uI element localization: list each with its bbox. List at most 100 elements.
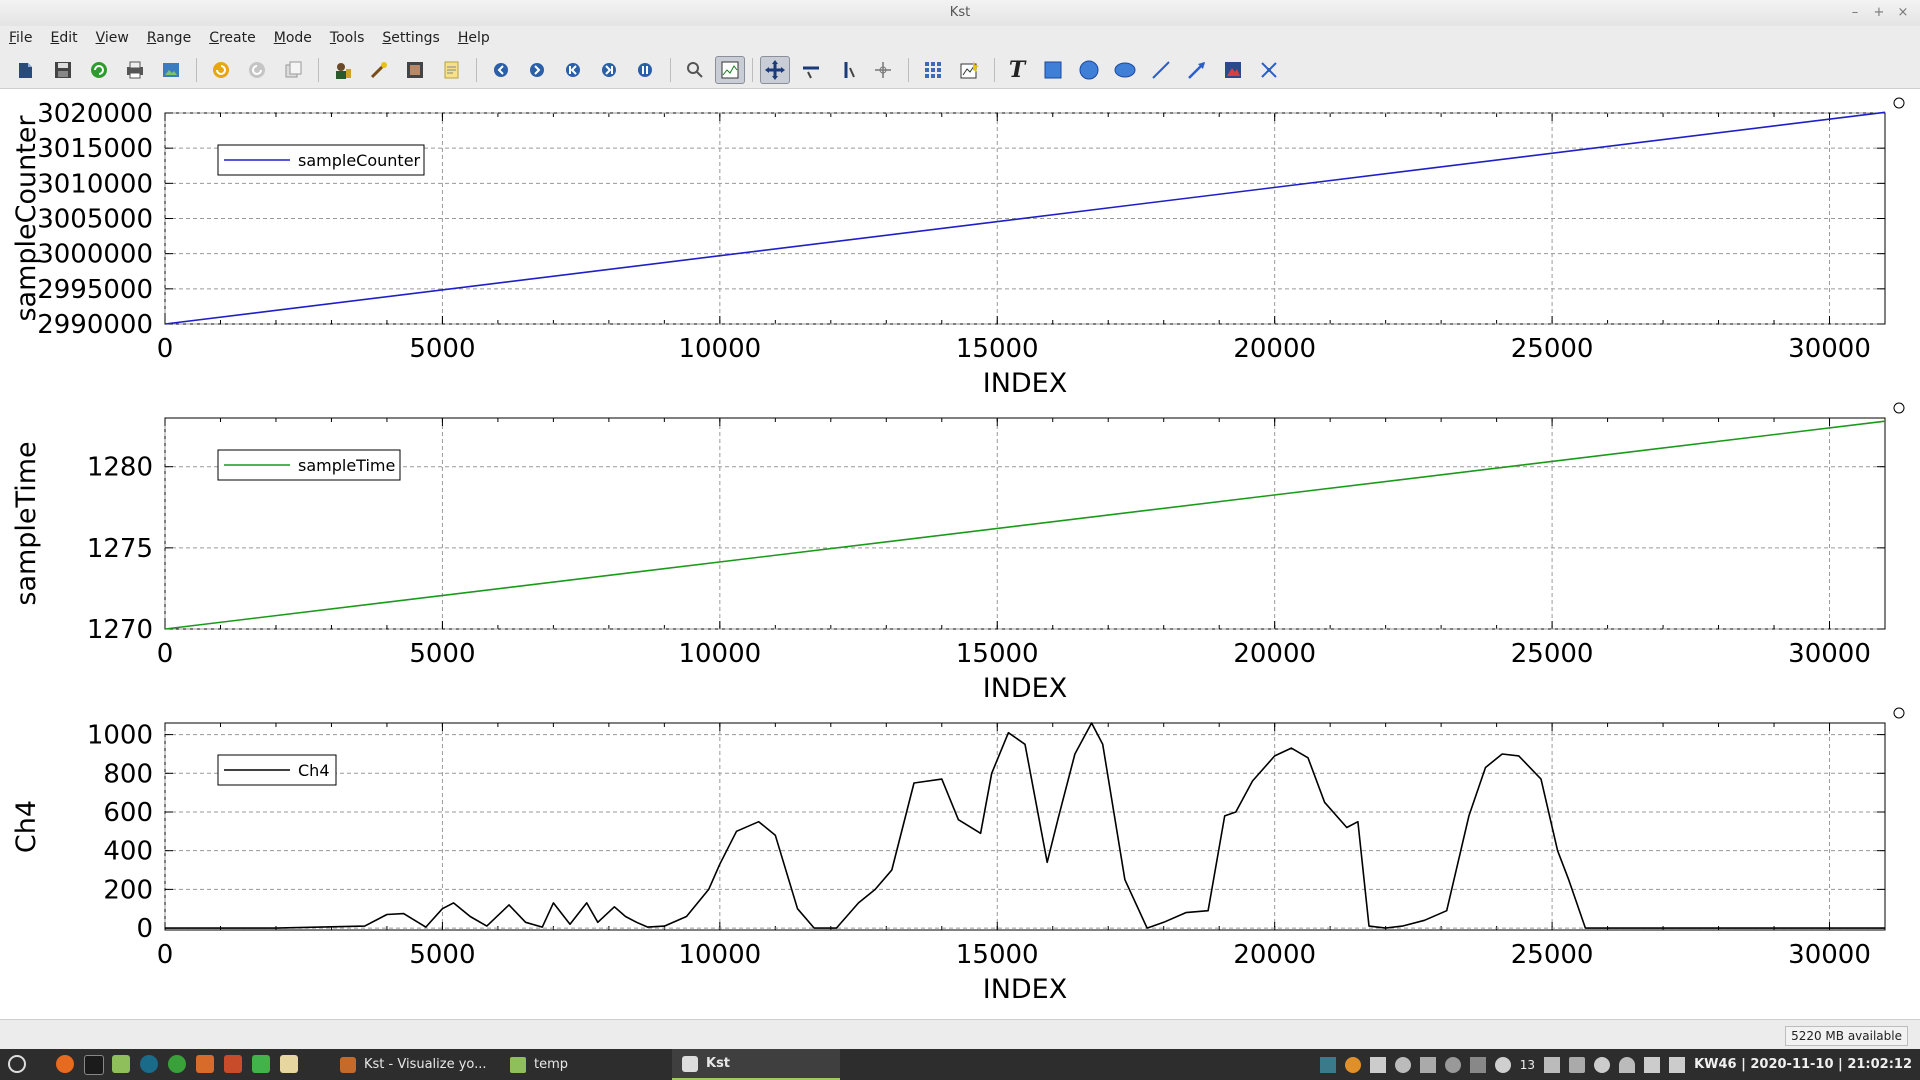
menu-tools[interactable]: Tools [321,30,374,46]
menu-range[interactable]: Range [138,30,200,46]
update-icon[interactable] [1344,1056,1361,1073]
video-icon[interactable] [402,57,428,83]
plot-handle-icon[interactable] [1893,402,1905,414]
plots-canvas[interactable]: 0 5000 10000 15000 20000 25000 300002990000299… [0,89,1920,1019]
back-icon[interactable] [488,57,514,83]
plot-handle-icon[interactable] [1893,707,1905,719]
layout-mode-icon[interactable] [715,56,745,84]
menu-create[interactable]: Create [200,30,265,46]
shared-axis-icon[interactable] [1256,57,1282,83]
open-icon[interactable] [14,57,40,83]
legend-label: sampleTime [298,456,395,475]
rectangle-tool-icon[interactable] [1040,57,1066,83]
x-tick-label: 20000 [1233,334,1316,364]
minimize-button[interactable]: – [1848,0,1862,26]
wifi-icon[interactable] [1619,1056,1636,1073]
y-tick-label: 3000000 [37,240,153,270]
zoom-reset-icon[interactable] [682,57,708,83]
menu-help[interactable]: Help [449,30,499,46]
y-tick-label: 0 [136,914,153,944]
sublime-icon[interactable] [224,1055,242,1073]
y-tick-label: 1000 [87,721,153,751]
shield-icon[interactable] [1444,1056,1461,1073]
terminal-icon[interactable] [84,1055,104,1075]
printer-icon[interactable] [1544,1056,1561,1073]
zoom-x-mode-icon[interactable] [798,57,824,83]
data-manager-icon[interactable] [330,57,356,83]
music-icon[interactable] [1644,1056,1661,1073]
line-tool-icon[interactable] [1148,57,1174,83]
insert-plot-icon[interactable] [956,57,982,83]
folder-icon [510,1056,526,1073]
skip-forward-icon[interactable] [596,57,622,83]
y-tick-label: 800 [103,759,153,789]
task-temp-folder[interactable]: temp [500,1049,670,1080]
device-icon[interactable] [1569,1056,1586,1073]
maximize-button[interactable]: + [1872,0,1886,26]
plot-2[interactable]: 0 5000 10000 15000 20000 25000 30000 1270 1275 12… [11,402,1905,704]
start-menu-icon[interactable] [8,1055,26,1073]
plot-3[interactable]: 0 5000 10000 15000 20000 25000 30000 0 200 400 600… [11,707,1905,1005]
menu-view[interactable]: View [87,30,138,46]
arrow-tool-icon[interactable] [1184,57,1210,83]
chip-icon[interactable] [1469,1056,1486,1073]
ellipse-tool-icon[interactable] [1112,57,1138,83]
firefox-icon[interactable] [56,1055,74,1073]
y-axis-label: Ch4 [11,800,42,853]
volume-icon[interactable] [1669,1056,1686,1073]
menu-file[interactable]: File [0,30,41,46]
x-tick-label: 20000 [1233,639,1316,669]
x-axis-label: INDEX [983,368,1068,399]
menu-settings[interactable]: Settings [373,30,448,46]
print-icon[interactable] [122,57,148,83]
y-tick-label: 3020000 [37,99,153,129]
menu-mode[interactable]: Mode [265,30,321,46]
forward-icon[interactable] [524,57,550,83]
plot-1[interactable]: 0 5000 10000 15000 20000 25000 30000 2990000 299… [11,97,1905,399]
toolbar-separator [994,58,995,82]
kst-task-icon [340,1056,356,1073]
y-axis-label: sampleTime [11,441,42,605]
clipboard-icon[interactable] [1419,1056,1436,1073]
notes-icon[interactable] [438,57,464,83]
task-kst[interactable]: Kst [672,1049,840,1080]
menu-bar: File Edit View Range Create Mode Tools S… [0,26,1920,50]
text-tool-icon[interactable]: T [1004,57,1030,83]
redo-icon[interactable] [244,57,270,83]
copy-icon[interactable] [280,57,306,83]
plot-area[interactable]: 0 5000 10000 15000 20000 25000 30000 2990000 299… [0,89,1920,1019]
window-title: Kst [949,5,971,20]
undo-icon[interactable] [208,57,234,83]
pause-icon[interactable] [632,57,658,83]
calc-icon[interactable] [196,1055,214,1073]
close-button[interactable]: × [1896,0,1910,26]
pan-mode-icon[interactable] [870,57,896,83]
circle-tool-icon[interactable] [1076,57,1102,83]
user-icon[interactable] [1594,1056,1611,1073]
menu-edit[interactable]: Edit [41,30,86,46]
qt-creator-icon[interactable] [252,1055,270,1073]
export-image-icon[interactable] [158,57,184,83]
task-kst-visualize[interactable]: Kst - Visualize yo... [330,1049,500,1080]
files-icon[interactable] [112,1055,130,1073]
save-icon[interactable] [50,57,76,83]
toolbar-separator [318,58,319,82]
wizard-icon[interactable] [366,57,392,83]
y-tick-label: 3010000 [37,169,153,199]
reload-icon[interactable] [86,57,112,83]
clapper-icon[interactable] [1369,1056,1386,1073]
grid-layout-icon[interactable] [920,57,946,83]
x-tick-label: 25000 [1511,940,1594,970]
picture-tool-icon[interactable] [1220,57,1246,83]
y-tick-label: 200 [103,875,153,905]
skip-back-icon[interactable] [560,57,586,83]
editor-icon[interactable] [280,1055,298,1073]
bluetooth-icon[interactable] [1394,1056,1411,1073]
weather-icon[interactable] [1494,1056,1511,1073]
zoom-xy-mode-icon[interactable] [760,56,790,84]
zoom-y-mode-icon[interactable] [834,57,860,83]
browser-icon[interactable] [140,1055,158,1073]
monitor-icon[interactable] [1319,1056,1336,1073]
app-icon[interactable] [168,1055,186,1073]
plot-handle-icon[interactable] [1893,97,1905,109]
